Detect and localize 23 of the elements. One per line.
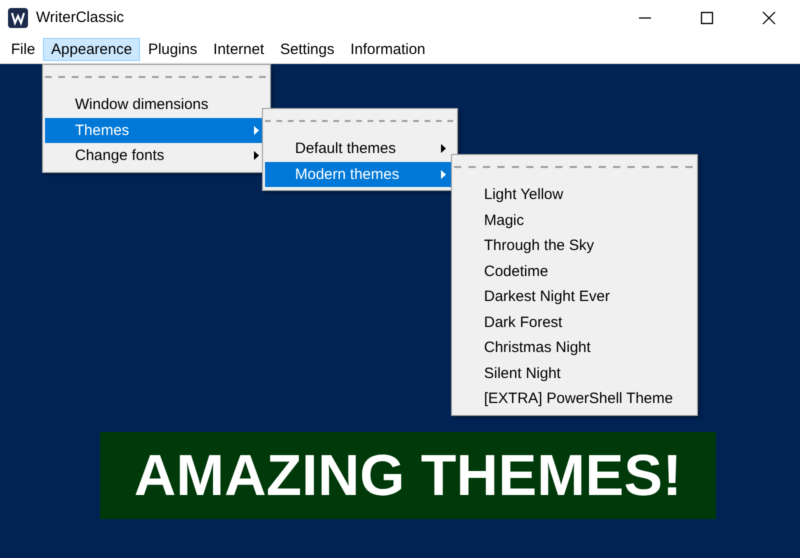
- menu-item[interactable]: Christmas Night: [454, 335, 695, 360]
- menu-bar-item[interactable]: Appearence: [43, 38, 140, 60]
- menu-item[interactable]: Through the Sky: [454, 233, 695, 258]
- menu-item[interactable]: Light Yellow: [454, 182, 695, 208]
- menu-bar-item[interactable]: Plugins: [140, 38, 206, 60]
- menu-bar-item[interactable]: Internet: [205, 38, 272, 60]
- menu-item[interactable]: Window dimensions: [45, 92, 268, 118]
- menu-item[interactable]: Magic: [454, 208, 695, 233]
- banner-text: AMAZING THEMES!: [100, 432, 716, 519]
- menu-item[interactable]: Silent Night: [454, 360, 695, 386]
- menu-item[interactable]: Codetime: [454, 258, 695, 284]
- app-logo-icon: [8, 8, 28, 28]
- tear-off-line[interactable]: [265, 120, 455, 122]
- menu-bar-item[interactable]: Settings: [272, 38, 342, 60]
- menu-bar-item[interactable]: Information: [342, 38, 434, 60]
- menu-item[interactable]: Default themes: [265, 136, 455, 162]
- window-title: WriterClassic: [36, 9, 126, 26]
- tear-off-line[interactable]: [454, 166, 695, 168]
- menu-item[interactable]: Darkest Night Ever: [454, 284, 695, 310]
- tear-off-line[interactable]: [45, 76, 268, 78]
- menu-item[interactable]: Dark Forest: [454, 310, 695, 335]
- menu-bar-item[interactable]: File: [3, 38, 44, 60]
- menu-item[interactable]: [EXTRA] PowerShell Theme: [454, 386, 695, 412]
